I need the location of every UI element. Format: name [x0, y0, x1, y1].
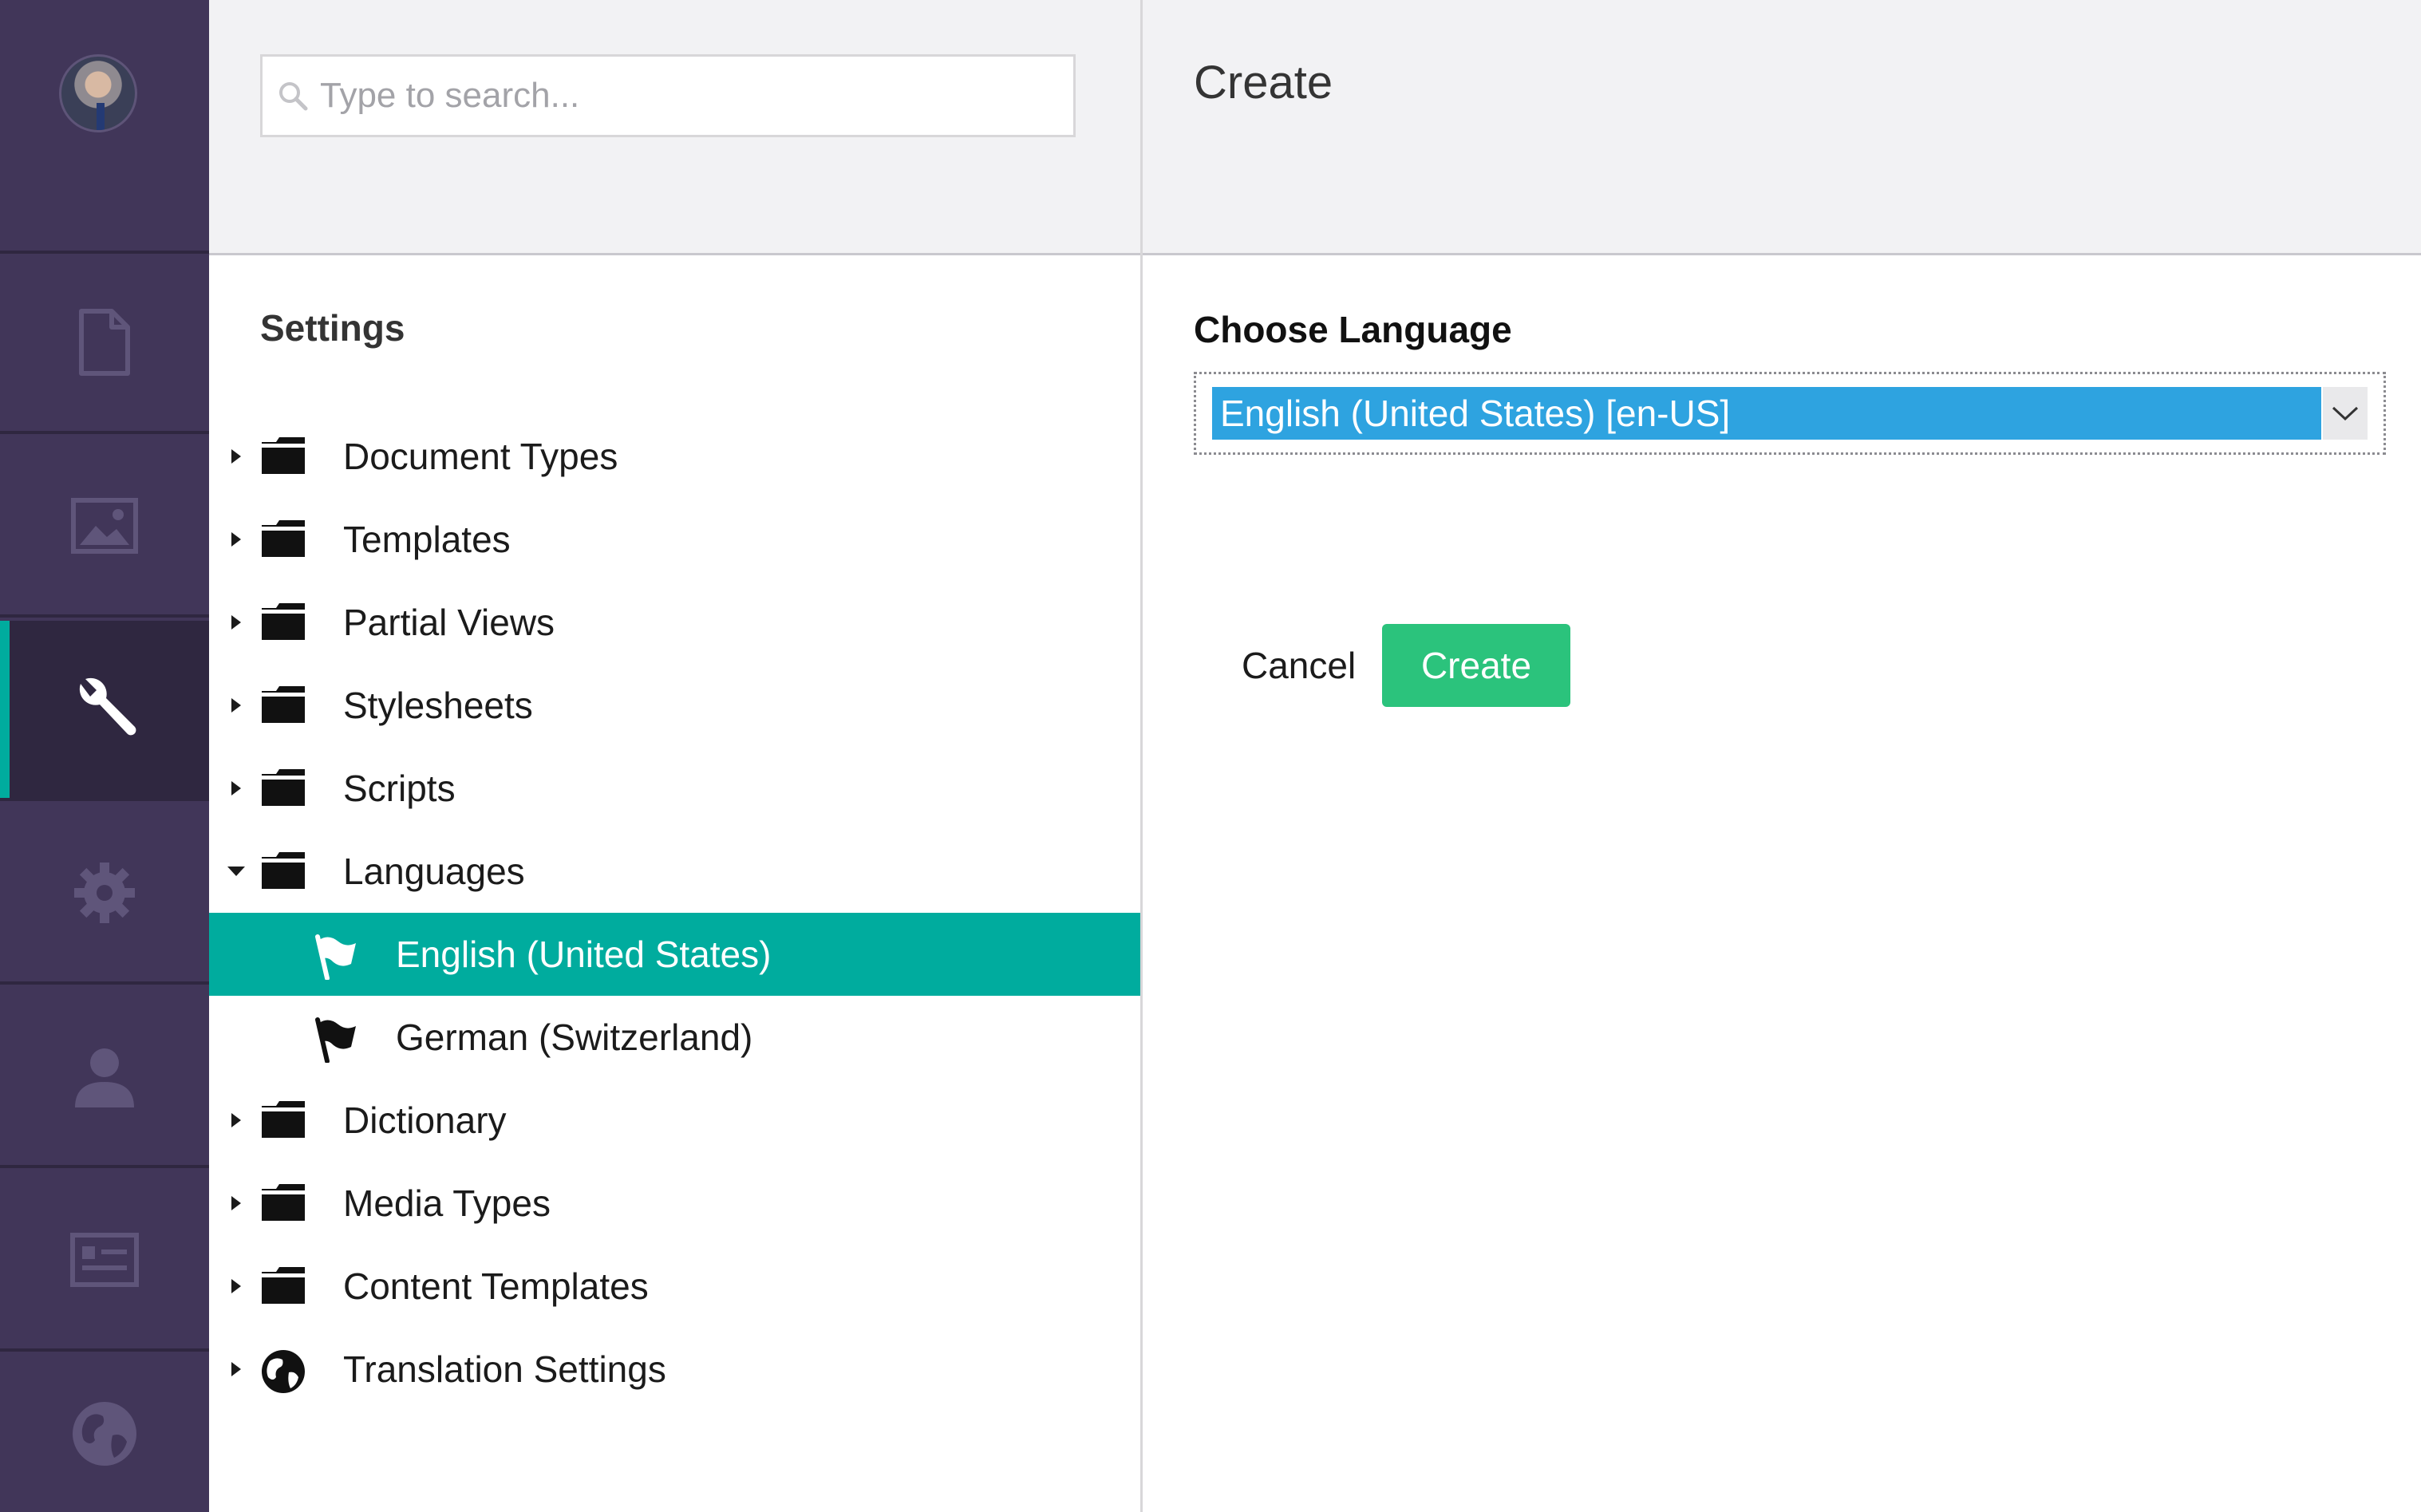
tree-item-scripts[interactable]: Scripts [209, 747, 1140, 830]
cancel-button[interactable]: Cancel [1222, 624, 1375, 707]
tree-item-label: Dictionary [343, 1099, 507, 1141]
caret-right-icon[interactable] [225, 1275, 247, 1297]
caret-right-icon[interactable] [225, 611, 247, 634]
tree-item-label: Media Types [343, 1182, 551, 1224]
globe-icon [260, 1348, 306, 1403]
caret-right-icon[interactable] [225, 1192, 247, 1214]
search-box[interactable] [260, 54, 1076, 137]
caret-right-icon[interactable] [225, 777, 247, 799]
editor-header: Create [1143, 0, 2421, 255]
page-title: Create [1194, 57, 1333, 109]
tree-item-label: Translation Settings [343, 1348, 666, 1390]
section-settings[interactable] [0, 621, 209, 801]
caret-right-icon[interactable] [225, 694, 247, 717]
tree-panel: Settings Document Types Templates Partia… [209, 0, 1143, 1512]
tree-item-label: Templates [343, 519, 511, 560]
choose-language-label: Choose Language [1194, 309, 1512, 350]
language-select[interactable]: English (United States) [en-US] [1194, 372, 2386, 455]
folder-icon [260, 768, 306, 816]
section-rail [0, 0, 209, 1512]
globe-icon [73, 1401, 136, 1466]
tree-title: Settings [260, 307, 405, 349]
section-content[interactable] [0, 254, 209, 434]
user-icon [75, 1048, 134, 1107]
tree-item-languages[interactable]: Languages [209, 830, 1140, 913]
caret-right-icon[interactable] [225, 1358, 247, 1380]
tree-item-document-types[interactable]: Document Types [209, 415, 1140, 498]
tree-item-dictionary[interactable]: Dictionary [209, 1079, 1140, 1162]
search-input[interactable] [320, 76, 1038, 116]
tree-item-label: English (United States) [396, 934, 772, 975]
tree-item-partial-views[interactable]: Partial Views [209, 581, 1140, 664]
section-users[interactable] [0, 988, 209, 1168]
tree-item-stylesheets[interactable]: Stylesheets [209, 664, 1140, 747]
folder-icon [260, 851, 306, 899]
chevron-down-icon[interactable] [2323, 387, 2368, 440]
user-avatar[interactable] [59, 54, 137, 132]
section-media[interactable] [0, 437, 209, 618]
tree-item-label: Scripts [343, 768, 456, 809]
folder-icon [260, 436, 306, 484]
tree-item-label: Content Templates [343, 1265, 649, 1307]
section-translation[interactable] [0, 1355, 209, 1512]
tree-item-content-templates[interactable]: Content Templates [209, 1245, 1140, 1328]
language-select-value: English (United States) [en-US] [1212, 387, 2321, 440]
folder-icon [260, 602, 306, 650]
caret-right-icon[interactable] [225, 1109, 247, 1131]
tree-item-templates[interactable]: Templates [209, 498, 1140, 581]
settings-tree: Document Types Templates Partial Views S… [209, 415, 1140, 1411]
id-card-icon [70, 1233, 139, 1287]
wrench-icon [79, 677, 136, 736]
tree-item-label: Stylesheets [343, 685, 533, 726]
gear-icon [74, 863, 135, 923]
tree-item-label: Document Types [343, 436, 618, 477]
caret-right-icon[interactable] [225, 528, 247, 551]
tree-header [209, 0, 1140, 255]
document-icon [79, 309, 130, 376]
tree-item-label: German (Switzerland) [396, 1017, 753, 1058]
tree-item-german-switzerland[interactable]: German (Switzerland) [209, 996, 1140, 1079]
flag-icon [311, 932, 359, 989]
editor-panel: Create Choose Language English (United S… [1143, 0, 2421, 1512]
flag-icon [311, 1015, 359, 1072]
create-button[interactable]: Create [1382, 624, 1570, 707]
tree-item-label: Languages [343, 851, 525, 892]
caret-right-icon[interactable] [225, 445, 247, 468]
section-developer[interactable] [0, 804, 209, 985]
tree-item-translation-settings[interactable]: Translation Settings [209, 1328, 1140, 1411]
tree-item-media-types[interactable]: Media Types [209, 1162, 1140, 1245]
avatar-area [0, 0, 209, 254]
folder-icon [260, 1182, 306, 1231]
folder-icon [260, 1265, 306, 1314]
folder-icon [260, 519, 306, 567]
folder-icon [260, 685, 306, 733]
image-icon [71, 498, 138, 554]
tree-item-english-united-states[interactable]: English (United States) [209, 913, 1140, 996]
tree-item-label: Partial Views [343, 602, 555, 643]
section-members[interactable] [0, 1171, 209, 1352]
caret-down-icon[interactable] [225, 860, 247, 882]
folder-icon [260, 1099, 306, 1148]
search-icon [279, 82, 308, 111]
